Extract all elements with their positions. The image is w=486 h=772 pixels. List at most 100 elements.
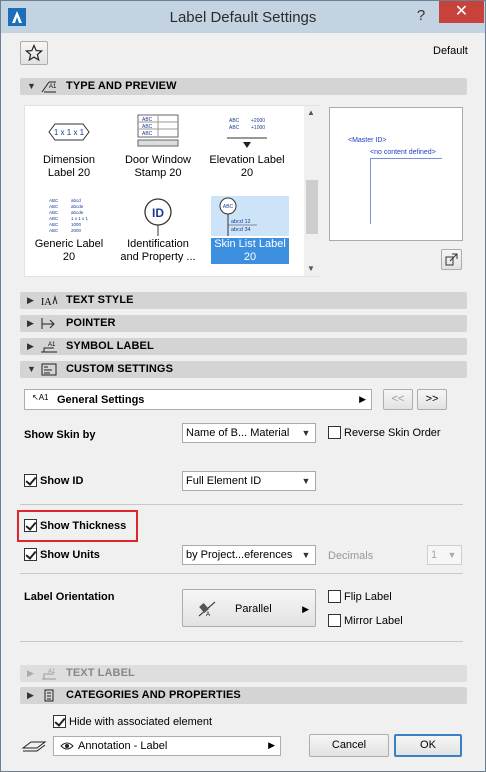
categories-icon xyxy=(44,689,54,702)
svg-text:ABC: ABC xyxy=(142,124,153,130)
reverse-skin-order-checkbox[interactable] xyxy=(328,426,341,439)
label-preview: <Master ID> <no content defined> xyxy=(329,107,463,241)
help-button[interactable]: ? xyxy=(411,5,431,27)
divider xyxy=(20,504,463,505)
tile-line2: Stamp 20 xyxy=(134,167,182,179)
general-settings-selector[interactable]: ↖A1 General Settings ▶ xyxy=(24,389,372,410)
show-thickness-checkbox[interactable] xyxy=(24,519,37,532)
scroll-thumb[interactable] xyxy=(306,180,318,234)
section-text-label[interactable]: ▶ A1 TEXT LABEL xyxy=(20,665,467,682)
show-id-label: Show ID xyxy=(40,475,84,487)
preview-no-content: <no content defined> xyxy=(370,149,436,156)
label-type-elevation[interactable]: ABC +2000 ABC +1000 Elevation Label 20 xyxy=(205,112,289,180)
reverse-skin-order-label: Reverse Skin Order xyxy=(344,427,441,439)
section-type-and-preview[interactable]: ▼ A1 TYPE AND PREVIEW xyxy=(20,78,467,95)
type-list-scrollbar[interactable]: ▲ ▼ xyxy=(304,106,320,276)
close-button[interactable]: ✕ xyxy=(439,1,484,23)
custom-settings-icon xyxy=(41,363,57,376)
svg-text:IA: IA xyxy=(41,297,52,308)
parallel-orientation-icon: A xyxy=(198,601,216,618)
mirror-label-label: Mirror Label xyxy=(344,615,403,627)
label-type-skin-list[interactable]: ABC abcd 12 abcd 34 Skin List Label 20 xyxy=(211,196,289,264)
default-label: Default xyxy=(433,45,468,57)
elevation-label-icon: ABC +2000 ABC +1000 xyxy=(227,118,267,148)
divider xyxy=(20,573,463,574)
section-label: TEXT LABEL xyxy=(66,667,135,679)
show-id-checkbox[interactable] xyxy=(24,474,37,487)
label-orientation-label: Label Orientation xyxy=(24,591,115,603)
expanded-triangle-icon: ▼ xyxy=(27,364,36,374)
arrow-right-icon: ▶ xyxy=(359,394,366,404)
svg-text:ABC: ABC xyxy=(142,131,153,137)
hide-with-element-checkbox[interactable] xyxy=(53,715,66,728)
collapsed-triangle-icon: ▶ xyxy=(27,318,34,328)
show-id-value: Full Element ID xyxy=(186,475,262,487)
svg-text:abcd 34: abcd 34 xyxy=(231,227,251,233)
label-type-dimension[interactable]: 1 x 1 x 1 Dimension Label 20 xyxy=(27,112,111,180)
cancel-button[interactable]: Cancel xyxy=(309,734,389,757)
svg-text:A1: A1 xyxy=(49,84,57,90)
favorites-button[interactable] xyxy=(20,41,48,65)
section-label: CATEGORIES AND PROPERTIES xyxy=(66,689,241,701)
mirror-label-checkbox[interactable] xyxy=(328,614,341,627)
scroll-up-icon[interactable]: ▲ xyxy=(307,108,315,117)
svg-text:A: A xyxy=(206,612,210,618)
section-pointer[interactable]: ▶ POINTER xyxy=(20,315,467,332)
orientation-value: Parallel xyxy=(235,603,272,615)
section-label: TYPE AND PREVIEW xyxy=(66,80,177,92)
show-id-select[interactable]: Full Element ID ▼ xyxy=(182,471,316,491)
hide-with-element-label: Hide with associated element xyxy=(69,716,213,728)
svg-text:+2000: +2000 xyxy=(251,118,265,124)
tile-line2: and Property ... xyxy=(120,251,196,263)
show-units-checkbox[interactable] xyxy=(24,548,37,561)
label-type-generic[interactable]: ABC abcd ABC abcde ABC abcde ABC 1 x 1 x 1 A… xyxy=(27,196,111,264)
text-style-icon: IA xyxy=(41,295,58,308)
svg-text:A1: A1 xyxy=(48,342,56,348)
layer-selector[interactable]: Annotation - Label ▶ xyxy=(53,736,281,756)
label-type-icon: A1 xyxy=(41,81,57,93)
svg-text:ABC: ABC xyxy=(223,204,234,210)
section-categories[interactable]: ▶ CATEGORIES AND PROPERTIES xyxy=(20,687,467,704)
decimals-value: 1 xyxy=(431,549,438,561)
orientation-button[interactable]: A Parallel ▶ xyxy=(182,589,316,627)
svg-text:1000: 1000 xyxy=(71,222,82,227)
skin-list-label-icon: ABC abcd 12 abcd 34 xyxy=(219,197,257,236)
next-page-button[interactable]: >> xyxy=(417,389,447,410)
star-icon xyxy=(24,43,44,62)
svg-text:abcde: abcde xyxy=(71,204,84,209)
svg-text:ABC: ABC xyxy=(49,216,59,221)
identification-label-icon: ID xyxy=(144,198,172,236)
flip-label-checkbox[interactable] xyxy=(328,590,341,603)
svg-text:ID: ID xyxy=(152,206,164,220)
preview-underline xyxy=(370,158,442,159)
svg-text:ABC: ABC xyxy=(49,222,59,227)
pointer-icon xyxy=(41,318,55,329)
label-type-door-window-stamp[interactable]: ABC ABC ABC Door Window Stamp 20 xyxy=(116,112,200,180)
title-bar: Label Default Settings ? ✕ xyxy=(1,1,485,33)
preview-options-button[interactable] xyxy=(441,249,462,270)
decimals-select[interactable]: 1 ▼ xyxy=(427,545,462,565)
tile-line1: Generic Label xyxy=(34,238,104,250)
section-text-style[interactable]: ▶ IA TEXT STYLE xyxy=(20,292,467,309)
generic-label-icon: ABC abcd ABC abcde ABC abcde ABC 1 x 1 x 1 A… xyxy=(49,198,89,233)
tile-line1: Door Window xyxy=(124,154,192,166)
door-window-stamp-icon: ABCABCABC xyxy=(137,114,179,147)
layer-icon xyxy=(21,741,47,752)
show-skin-by-label: Show Skin by xyxy=(24,429,96,441)
show-skin-by-value: Name of B... Material xyxy=(186,427,290,439)
svg-text:+1000: +1000 xyxy=(251,125,265,131)
ok-button[interactable]: OK xyxy=(394,734,462,757)
scroll-down-icon[interactable]: ▼ xyxy=(307,264,315,273)
dimension-label-icon: 1 x 1 x 1 xyxy=(48,123,90,141)
section-custom-settings[interactable]: ▼ CUSTOM SETTINGS xyxy=(20,361,467,378)
general-settings-icon: ↖A1 xyxy=(32,393,49,402)
show-skin-by-select[interactable]: Name of B... Material ▼ xyxy=(182,423,316,443)
units-select[interactable]: by Project...eferences ▼ xyxy=(182,545,316,565)
prev-page-button[interactable]: << xyxy=(383,389,413,410)
dropdown-arrow-icon: ▼ xyxy=(301,476,311,486)
label-type-identification[interactable]: ID Identification and Property ... xyxy=(116,196,200,264)
collapsed-triangle-icon: ▶ xyxy=(27,295,34,305)
section-symbol-label[interactable]: ▶ A1 SYMBOL LABEL xyxy=(20,338,467,355)
arrow-right-icon: ▶ xyxy=(302,604,309,614)
tile-line1: Skin List Label xyxy=(214,238,286,250)
